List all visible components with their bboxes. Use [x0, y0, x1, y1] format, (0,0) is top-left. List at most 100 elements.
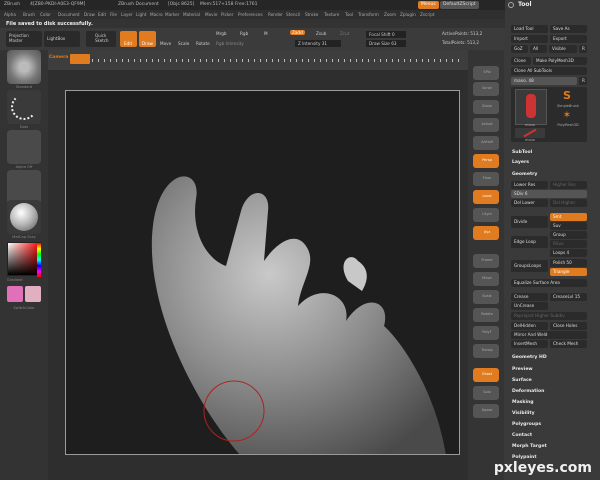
- load-tool-button[interactable]: Load Tool: [511, 25, 548, 33]
- actual-button[interactable]: Actual: [473, 118, 499, 132]
- brush-thumbnail[interactable]: [7, 50, 41, 84]
- mano-thumb-2[interactable]: [515, 128, 545, 138]
- menu-color[interactable]: Color: [40, 12, 51, 17]
- stroke-thumbnail[interactable]: [7, 90, 41, 124]
- menu-transform[interactable]: Transform: [358, 12, 379, 17]
- menus-button[interactable]: Menus: [418, 1, 439, 9]
- divide-button[interactable]: Divide: [511, 216, 548, 228]
- aahalf-button[interactable]: AAHalf: [473, 136, 499, 150]
- zadd-button[interactable]: Zadd: [290, 30, 305, 35]
- zsub-button[interactable]: Zsub: [316, 31, 326, 36]
- mano-tool-thumb[interactable]: [515, 89, 547, 125]
- solo-button[interactable]: Solo: [473, 386, 499, 400]
- move-mode-button[interactable]: Move: [160, 41, 171, 46]
- menu-document[interactable]: Document: [58, 12, 80, 17]
- menu-draw[interactable]: Draw: [84, 12, 95, 17]
- secondary-color-swatch[interactable]: [25, 286, 41, 302]
- spix-button[interactable]: SPix: [473, 66, 499, 80]
- groupsloops-button[interactable]: GroupsLoops: [511, 260, 548, 272]
- crease-button[interactable]: Crease: [511, 293, 548, 301]
- ghost-button[interactable]: Ghost: [473, 368, 499, 382]
- visible-button[interactable]: Visible: [549, 45, 577, 53]
- color-picker[interactable]: [7, 242, 41, 277]
- menu-preferences[interactable]: Preferences: [238, 12, 263, 17]
- export-button[interactable]: Export: [550, 35, 587, 43]
- morph-target-section[interactable]: Morph Target: [512, 444, 547, 449]
- scale-mode-button[interactable]: Scale: [178, 41, 189, 46]
- texture-thumbnail[interactable]: [7, 170, 41, 204]
- suv-toggle[interactable]: Suv: [550, 222, 587, 230]
- focal-shift-slider[interactable]: Focal Shift 0: [366, 31, 406, 38]
- lsym-button[interactable]: LSym: [473, 208, 499, 222]
- geometry-hd-section[interactable]: Geometry HD: [512, 355, 547, 360]
- del-higher-button[interactable]: Del Higher: [550, 199, 587, 207]
- default-zscript-button[interactable]: DefaultZScript: [440, 1, 479, 9]
- close-holes-button[interactable]: Close Holes: [550, 322, 587, 330]
- frame-button[interactable]: Frame: [473, 254, 499, 268]
- save-as-button[interactable]: Save As: [550, 25, 587, 33]
- triangle-toggle[interactable]: Triangle: [550, 268, 587, 276]
- menu-zplugin[interactable]: Zplugin: [400, 12, 416, 17]
- polish-slider[interactable]: Polish 50: [550, 259, 587, 267]
- rotate-mode-button[interactable]: Rotate: [196, 41, 210, 46]
- menu-layer[interactable]: Layer: [121, 12, 133, 17]
- scroll-button[interactable]: Scroll: [473, 82, 499, 96]
- menu-brush[interactable]: Brush: [23, 12, 35, 17]
- move-button[interactable]: Move: [473, 272, 499, 286]
- menu-stroke[interactable]: Stroke: [305, 12, 318, 17]
- menu-render[interactable]: Render: [268, 12, 283, 17]
- menu-zscript[interactable]: Zscript: [420, 12, 435, 17]
- all-button[interactable]: All: [530, 45, 547, 53]
- reproject-higher-subdiv-button[interactable]: Reproject Higher Subdiv: [511, 312, 587, 320]
- clone-button[interactable]: Clone: [511, 57, 531, 65]
- floor-button[interactable]: Floor: [473, 172, 499, 186]
- lower-res-button[interactable]: Lower Res: [511, 181, 548, 189]
- goz-button[interactable]: GoZ: [511, 45, 528, 53]
- xyz-button[interactable]: Xyz: [473, 226, 499, 240]
- visibility-section[interactable]: Visibility: [512, 411, 535, 416]
- group-toggle[interactable]: Group: [550, 231, 587, 239]
- transp-button[interactable]: Transp: [473, 344, 499, 358]
- mrgb-button[interactable]: Mrgb: [216, 31, 227, 36]
- alpha-thumbnail[interactable]: [7, 130, 41, 164]
- rgb-button[interactable]: Rgb: [240, 31, 248, 36]
- menu-texture[interactable]: Texture: [324, 12, 339, 17]
- quick-sketch-button[interactable]: Quick Sketch: [86, 31, 116, 47]
- contact-section[interactable]: Contact: [512, 433, 532, 438]
- simplebrush-icon[interactable]: S: [555, 89, 579, 103]
- rotate-button[interactable]: Rotate: [473, 308, 499, 322]
- scale-button[interactable]: Scale: [473, 290, 499, 304]
- hue-strip[interactable]: [37, 243, 41, 277]
- menu-zoom[interactable]: Zoom: [384, 12, 396, 17]
- equalize-surface-button[interactable]: Equalize Surface Area: [511, 279, 587, 287]
- rgb-intensity-slider[interactable]: Rgb Intensity: [216, 41, 244, 46]
- del-lower-button[interactable]: Del Lower: [511, 199, 548, 207]
- menu-marker[interactable]: Marker: [165, 12, 179, 17]
- menu-tool[interactable]: Tool: [345, 12, 353, 17]
- projection-master-button[interactable]: Projection Master: [6, 31, 42, 47]
- timeline-ruler[interactable]: Camera: [48, 50, 468, 70]
- palette-pin-icon[interactable]: [508, 2, 514, 8]
- menu-light[interactable]: Light: [136, 12, 146, 17]
- primary-color-swatch[interactable]: [7, 286, 23, 302]
- polyf-button[interactable]: PolyF: [473, 326, 499, 340]
- m-button[interactable]: M: [264, 31, 268, 36]
- loops-slider[interactable]: Loops 4: [550, 249, 587, 257]
- insertmesh-button[interactable]: InsertMesh: [511, 340, 548, 348]
- polygroups-section[interactable]: Polygroups: [512, 422, 541, 427]
- persp-button[interactable]: Persp: [473, 154, 499, 168]
- rsuv-toggle[interactable]: RSuv: [550, 240, 587, 248]
- masking-section[interactable]: Masking: [512, 400, 534, 405]
- preview-section[interactable]: Preview: [512, 367, 533, 372]
- tool-r-button[interactable]: R: [579, 77, 587, 85]
- draw-mode-button[interactable]: Draw: [139, 31, 156, 47]
- menu-edit[interactable]: Edit: [98, 12, 106, 17]
- timeline-marker[interactable]: [70, 54, 90, 64]
- current-tool-slider[interactable]: mano. 48: [511, 77, 577, 85]
- z-intensity-slider[interactable]: Z Intensity 31: [295, 40, 341, 47]
- menu-picker[interactable]: Picker: [221, 12, 233, 17]
- clone-all-subtools-button[interactable]: Clone All SubTools: [511, 67, 587, 75]
- material-thumbnail[interactable]: [7, 200, 41, 234]
- menu-macro[interactable]: Macro: [150, 12, 163, 17]
- menu-alpha[interactable]: Alpha: [4, 12, 16, 17]
